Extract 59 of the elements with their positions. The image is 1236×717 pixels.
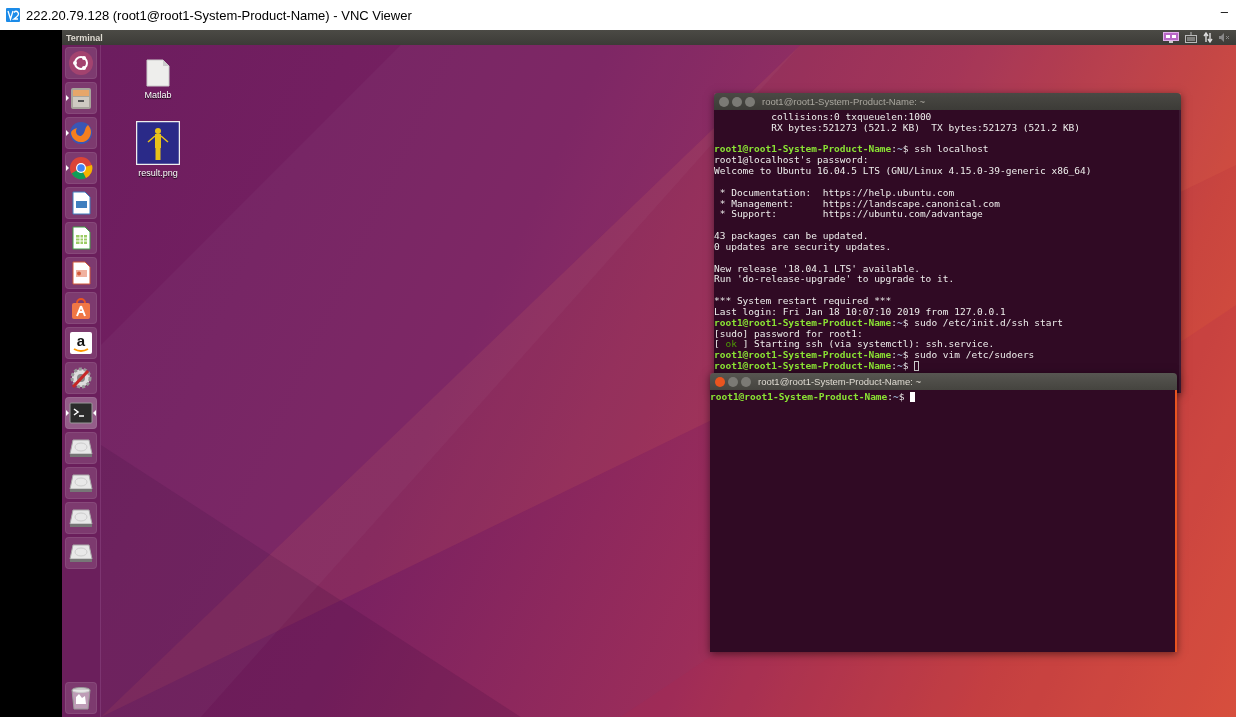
launcher-button[interactable] <box>65 467 97 499</box>
terminal-line: root1@localhost's password: <box>714 155 869 167</box>
launcher-button[interactable] <box>65 682 97 714</box>
launcher-button[interactable] <box>65 502 97 534</box>
close-button[interactable] <box>719 96 729 107</box>
terminal-line: [sudo] password for root1: <box>714 328 863 340</box>
launcher-button[interactable] <box>65 152 97 184</box>
close-button[interactable] <box>715 376 725 387</box>
launcher-button[interactable] <box>65 187 97 219</box>
terminal-line: 43 packages can be updated. <box>714 231 869 242</box>
terminal-line: New release '18.04.1 LTS' available. <box>714 263 920 275</box>
browser-icon <box>68 155 94 181</box>
gear-wrench-icon <box>68 365 94 391</box>
app-logo-icon <box>6 8 20 22</box>
launcher-button[interactable] <box>65 292 97 324</box>
blank-file-icon[interactable] <box>145 59 171 87</box>
terminal-line: * Management: https://landscape.canonical.com <box>718 198 1000 210</box>
launcher-button[interactable] <box>65 397 97 429</box>
browser-icon <box>68 120 94 146</box>
icon-label: Matlab <box>144 90 172 100</box>
keyboard-icon[interactable] <box>1185 32 1197 43</box>
maximize-button[interactable] <box>745 96 755 107</box>
terminal-line: Welcome to Ubuntu 16.04.5 LTS (GNU/Linux 4.15.0-39-generic x86_64) <box>714 166 1092 177</box>
icon-label: result.png <box>138 168 178 178</box>
terminal-line: 0 updates are security updates. <box>714 241 892 253</box>
launcher-button[interactable] <box>65 537 97 569</box>
app-name: Terminal <box>66 32 104 43</box>
minimize-button[interactable]: – <box>1218 3 1230 19</box>
terminal-line: * Documentation: https://help.ubuntu.com <box>718 187 955 199</box>
window-title: 222.20.79.128 (root1@root1-System-Product-Name) - VNC Viewer <box>26 7 413 23</box>
terminal-line: root1@root1-System-Product-Name:~$ sudo /etc/init.d/ssh start <box>714 317 1063 329</box>
trash-icon <box>68 685 94 711</box>
launcher-button[interactable] <box>65 432 97 464</box>
terminal-line: *** System restart required *** <box>714 296 892 307</box>
circle-of-friends-icon <box>68 50 94 76</box>
terminal-line: Last login: Fri Jan 18 10:07:10 2019 from 127.0.0.1 <box>714 306 1006 318</box>
terminal-line: RX bytes:521273 (521.2 KB) TX bytes:521273 (521.2 KB) <box>770 122 1081 134</box>
terminal-line: collisions:0 txqueuelen:1000 <box>770 112 932 123</box>
terminal-line: Run 'do-release-upgrade' to upgrade to it. <box>714 274 955 286</box>
display-icon[interactable] <box>1163 32 1179 43</box>
muted-speaker-icon[interactable] <box>1219 33 1230 42</box>
terminal-line: [ ok ] Starting ssh (via systemctl): ssh.service. <box>714 339 995 351</box>
up-down-arrows-icon[interactable] <box>1203 32 1213 43</box>
terminal-line: root1@root1-System-Product-Name:~$ <box>714 361 920 372</box>
file-cabinet-icon <box>68 85 94 111</box>
terminal-icon <box>68 400 94 426</box>
launcher-button[interactable] <box>65 362 97 394</box>
terminal-line: root1@root1-System-Product-Name:~$ <box>710 392 916 403</box>
launcher-button[interactable] <box>65 47 97 79</box>
running-indicator-icon <box>66 95 69 101</box>
terminal-line: root1@root1-System-Product-Name:~$ ssh localhost <box>714 144 989 156</box>
terminal-line: root1@root1-System-Product-Name:~$ sudo vim /etc/sudoers <box>714 350 1035 362</box>
window-title: root1@root1-System-Product-Name: ~ <box>758 376 922 387</box>
window-title: root1@root1-System-Product-Name: ~ <box>762 96 926 107</box>
launcher-button[interactable] <box>65 82 97 114</box>
minimize-button[interactable] <box>732 96 742 107</box>
terminal-line: * Support: https://ubuntu.com/advantage <box>718 209 983 221</box>
launcher-button[interactable] <box>65 222 97 254</box>
launcher-button[interactable] <box>65 257 97 289</box>
